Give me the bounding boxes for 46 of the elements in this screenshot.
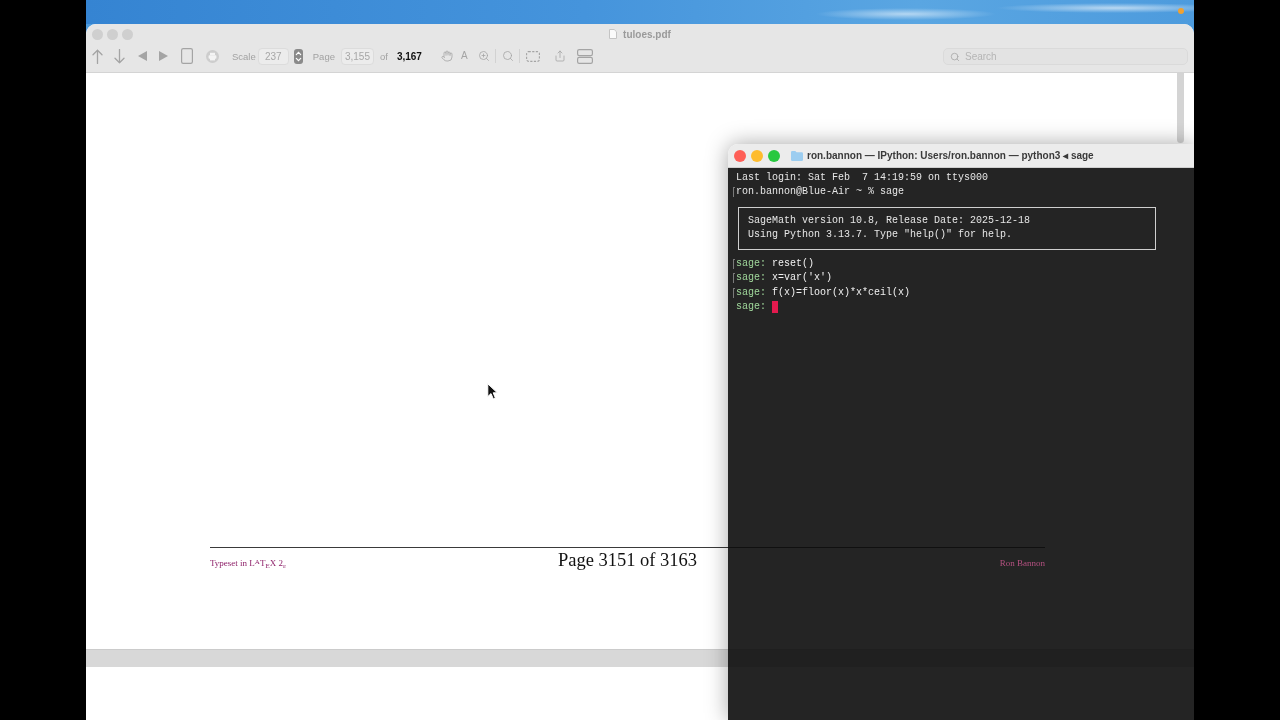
zoom-button[interactable]	[768, 149, 780, 162]
stepper-icon[interactable]	[293, 48, 303, 64]
typeset-note: Typeset in L$^{A}$T$_{E}$X 2$_{ε}$	[210, 558, 286, 568]
terminal-line: ron.bannon@Blue-Air ~ % sage	[736, 185, 905, 200]
share-icon[interactable]	[553, 50, 566, 62]
document-icon	[609, 29, 618, 39]
text-tool-button[interactable]: A	[460, 50, 468, 62]
banner-line: SageMath version 10.8, Release Date: 2025-12-18	[748, 213, 1032, 228]
prompt-label: sage:	[736, 285, 766, 300]
close-button[interactable]	[92, 28, 103, 40]
zoom-in-icon[interactable]	[477, 50, 490, 62]
scale-field[interactable]: 237	[257, 47, 289, 65]
printer-icon[interactable]	[206, 49, 219, 63]
window-title: tuloes.pdf	[623, 28, 671, 40]
page-icon[interactable]	[181, 48, 193, 64]
page-number-text: Page 3151 of 3163	[557, 550, 698, 571]
right-triangle-icon[interactable]	[159, 51, 168, 61]
close-button[interactable]	[734, 149, 746, 162]
command-text: x=var('x')	[772, 271, 833, 286]
command-text: f(x)=floor(x)*x*ceil(x)	[772, 285, 911, 300]
page-count: 3,167	[395, 50, 423, 62]
author-name: Ron Bannon	[999, 558, 1045, 568]
folder-icon	[791, 150, 803, 161]
selection-rectangle-icon[interactable]	[525, 50, 540, 62]
search-icon[interactable]	[501, 50, 514, 62]
down-arrow-icon[interactable]	[114, 48, 125, 64]
prompt-label: sage:	[736, 256, 766, 271]
terminal-line: Last login: Sat Feb 7 14:19:59 on ttys000	[736, 171, 989, 185]
minimize-button[interactable]	[751, 149, 763, 162]
left-triangle-icon[interactable]	[138, 51, 147, 61]
page-field[interactable]: 3,155	[340, 47, 374, 65]
mouse-pointer-icon	[487, 383, 498, 400]
indicator-dot-icon	[1178, 8, 1184, 14]
banner-line: Using Python 3.13.7. Type "help()" for help.	[748, 228, 1014, 243]
up-arrow-icon[interactable]	[92, 48, 103, 64]
prompt-label: sage:	[736, 271, 766, 286]
command-text: reset()	[772, 256, 815, 271]
stacked-pages-icon[interactable]	[576, 48, 593, 64]
page-label: Page	[312, 50, 335, 62]
scrollbar-thumb[interactable]	[1177, 73, 1184, 143]
search-icon	[950, 52, 960, 62]
scale-label: Scale	[232, 50, 256, 62]
of-label: of	[379, 50, 388, 62]
window-title: ron.bannon — IPython: Users/ron.bannon — python3 ◂ sage	[807, 150, 1094, 161]
prompt-label: sage:	[736, 300, 766, 315]
hand-icon[interactable]	[440, 50, 453, 62]
